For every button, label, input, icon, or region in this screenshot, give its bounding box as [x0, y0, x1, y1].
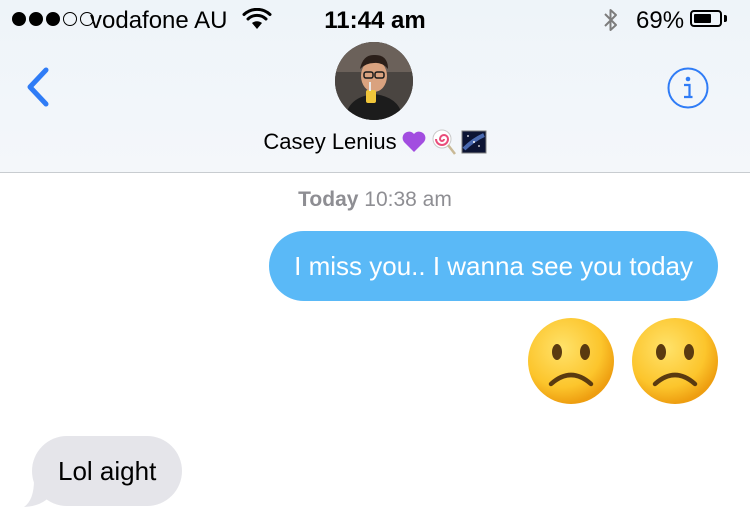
timestamp-time: 10:38 am — [364, 188, 452, 211]
battery-percent: 69% — [636, 7, 685, 34]
contact-avatar[interactable] — [335, 42, 413, 120]
lollipop-icon — [432, 129, 456, 155]
timestamp-day: Today — [298, 188, 359, 211]
milky-way-icon — [461, 130, 487, 154]
outgoing-message-bubble[interactable]: I miss you.. I wanna see you today — [269, 231, 718, 301]
frowning-face-icon[interactable] — [526, 316, 616, 406]
message-timestamp: Today 10:38 am — [0, 188, 750, 212]
status-bar: vodafone AU 11:44 am 69% — [0, 0, 750, 40]
message-text: Lol aight — [58, 456, 157, 486]
back-chevron-icon[interactable] — [20, 62, 60, 112]
battery-icon — [690, 10, 722, 27]
conversation-header: vodafone AU 11:44 am 69% Casey Lenius — [0, 0, 750, 173]
contact-name: Casey Lenius — [263, 129, 397, 154]
incoming-message-bubble[interactable]: Lol aight — [32, 436, 183, 506]
frowning-face-icon[interactable] — [630, 316, 720, 406]
info-icon[interactable] — [666, 66, 710, 110]
purple-heart-icon — [402, 131, 426, 152]
avatar-photo — [335, 42, 413, 120]
message-text: I miss you.. I wanna see you today — [294, 251, 693, 281]
battery-tip — [724, 15, 727, 22]
bluetooth-icon — [604, 9, 617, 31]
battery-fill — [694, 14, 711, 23]
contact-name-row[interactable]: Casey Lenius — [0, 128, 750, 156]
